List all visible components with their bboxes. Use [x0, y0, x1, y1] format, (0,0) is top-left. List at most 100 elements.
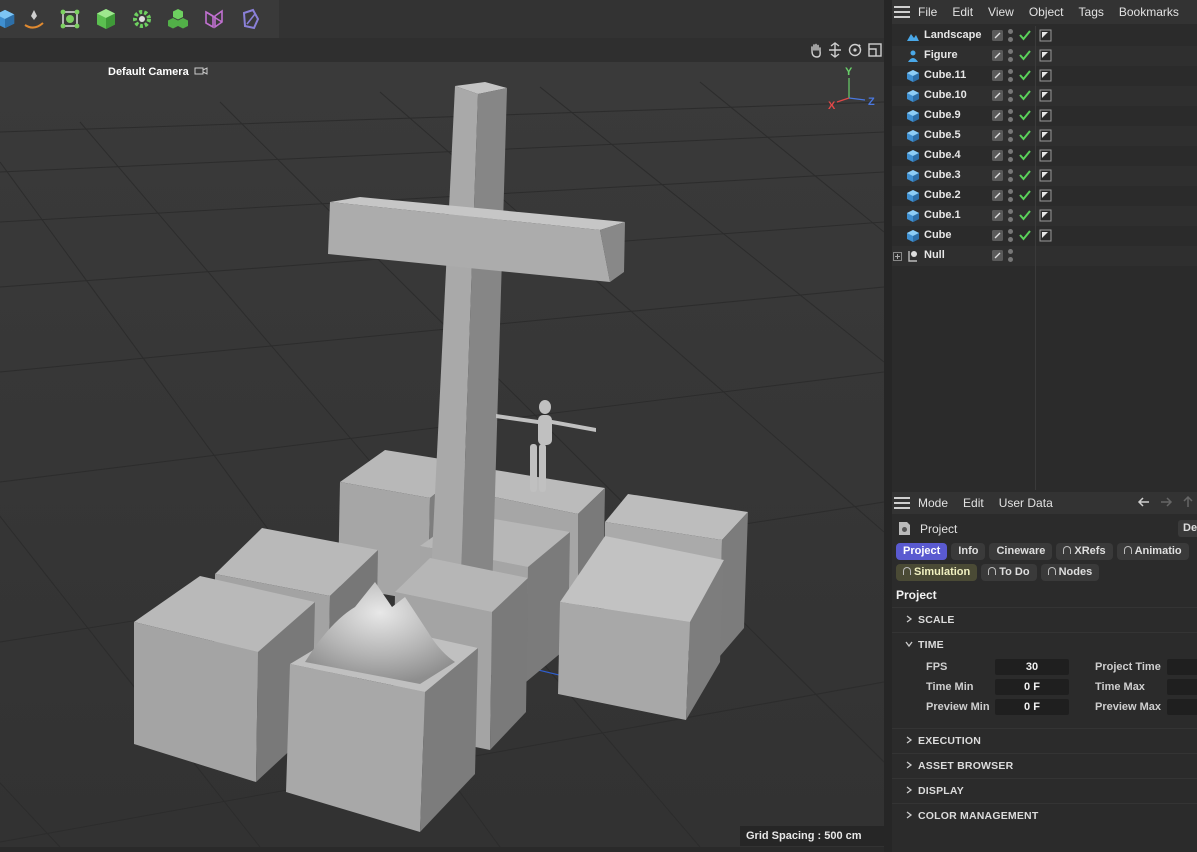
menu-mode[interactable]: Mode [918, 496, 948, 510]
deformer-button[interactable] [196, 1, 232, 37]
visibility-dots-icon[interactable] [1008, 209, 1014, 223]
object-row[interactable]: Null [892, 246, 1197, 266]
back-arrow-icon[interactable] [1137, 495, 1151, 509]
object-row[interactable]: Landscape [892, 26, 1197, 46]
tab-info[interactable]: Info [951, 543, 986, 560]
maximize-view-icon[interactable] [867, 42, 883, 58]
enabled-check-icon[interactable] [1018, 148, 1032, 162]
object-row[interactable]: Cube.10 [892, 86, 1197, 106]
timeline-ruler[interactable] [0, 847, 886, 852]
visibility-dots-icon[interactable] [1008, 229, 1014, 243]
visibility-dots-icon[interactable] [1008, 49, 1014, 63]
visibility-dots-icon[interactable] [1008, 169, 1014, 183]
cube-tool-button[interactable] [0, 1, 16, 37]
group-asset-browser[interactable]: ASSET BROWSER [892, 753, 1197, 777]
3d-viewport[interactable]: Default Camera Y X Z Grid Spacing : 500 … [0, 62, 884, 847]
object-name[interactable]: Cube.1 [924, 209, 961, 221]
object-row[interactable]: Cube.2 [892, 186, 1197, 206]
visibility-dots-icon[interactable] [1008, 89, 1014, 103]
hamburger-menu-icon[interactable] [894, 6, 910, 18]
layer-toggle-icon[interactable] [991, 129, 1004, 142]
panel-divider[interactable] [884, 0, 892, 852]
hamburger-menu-icon[interactable] [894, 497, 910, 509]
preview-min-field[interactable]: 0 F [995, 699, 1069, 715]
group-display[interactable]: DISPLAY [892, 778, 1197, 802]
object-name[interactable]: Cube.3 [924, 169, 961, 181]
layer-toggle-icon[interactable] [991, 229, 1004, 242]
camera-label[interactable]: Default Camera [108, 66, 189, 78]
layer-toggle-icon[interactable] [991, 29, 1004, 42]
enabled-check-icon[interactable] [1018, 188, 1032, 202]
layer-toggle-icon[interactable] [991, 69, 1004, 82]
cloner-button[interactable] [124, 1, 160, 37]
object-name[interactable]: Cube.10 [924, 89, 967, 101]
phong-tag-icon[interactable] [1039, 169, 1052, 182]
phong-tag-icon[interactable] [1039, 49, 1052, 62]
object-row[interactable]: Figure [892, 46, 1197, 66]
layer-toggle-icon[interactable] [991, 189, 1004, 202]
visibility-dots-icon[interactable] [1008, 109, 1014, 123]
visibility-dots-icon[interactable] [1008, 249, 1014, 263]
tab-simulation[interactable]: Simulation [896, 564, 978, 581]
subdivision-button[interactable] [52, 1, 88, 37]
preview-max-field[interactable]: 9 [1167, 699, 1197, 715]
menu-view[interactable]: View [988, 5, 1014, 19]
project-time-field[interactable]: 0 [1167, 659, 1197, 675]
enabled-check-icon[interactable] [1018, 128, 1032, 142]
layer-toggle-icon[interactable] [991, 49, 1004, 62]
pen-tool-button[interactable] [16, 1, 52, 37]
time-min-field[interactable]: 0 F [995, 679, 1069, 695]
object-name[interactable]: Cube.2 [924, 189, 961, 201]
field-button[interactable] [232, 1, 268, 37]
object-name[interactable]: Figure [924, 49, 958, 61]
pan-hand-icon[interactable] [808, 42, 824, 58]
fps-field[interactable]: 30 [995, 659, 1069, 675]
phong-tag-icon[interactable] [1039, 109, 1052, 122]
time-max-field[interactable]: 9 [1167, 679, 1197, 695]
tab-project[interactable]: Project [896, 543, 948, 560]
phong-tag-icon[interactable] [1039, 229, 1052, 242]
layer-toggle-icon[interactable] [991, 109, 1004, 122]
visibility-dots-icon[interactable] [1008, 29, 1014, 43]
visibility-dots-icon[interactable] [1008, 189, 1014, 203]
visibility-dots-icon[interactable] [1008, 149, 1014, 163]
phong-tag-icon[interactable] [1039, 209, 1052, 222]
group-execution[interactable]: EXECUTION [892, 728, 1197, 752]
object-name[interactable]: Cube [924, 229, 952, 241]
preset-dropdown[interactable]: De [1178, 520, 1197, 537]
up-arrow-icon[interactable] [1181, 495, 1195, 509]
object-row[interactable]: Cube.5 [892, 126, 1197, 146]
layer-toggle-icon[interactable] [991, 209, 1004, 222]
tab-xrefs[interactable]: XRefs [1056, 543, 1113, 560]
menu-user-data[interactable]: User Data [999, 496, 1053, 510]
object-name[interactable]: Cube.11 [924, 69, 966, 81]
camera-icon[interactable] [194, 65, 208, 77]
tab-nodes[interactable]: Nodes [1040, 564, 1100, 581]
layer-toggle-icon[interactable] [991, 149, 1004, 162]
menu-edit[interactable]: Edit [952, 5, 973, 19]
layer-toggle-icon[interactable] [991, 89, 1004, 102]
enabled-check-icon[interactable] [1018, 168, 1032, 182]
enabled-check-icon[interactable] [1018, 108, 1032, 122]
object-row[interactable]: Cube.4 [892, 146, 1197, 166]
enabled-check-icon[interactable] [1018, 208, 1032, 222]
expand-toggle-icon[interactable] [893, 252, 902, 261]
scene-render[interactable] [0, 62, 884, 847]
layer-toggle-icon[interactable] [991, 169, 1004, 182]
object-row[interactable]: Cube.3 [892, 166, 1197, 186]
object-name[interactable]: Landscape [924, 29, 981, 41]
object-row[interactable]: Cube [892, 226, 1197, 246]
object-row[interactable]: Cube.1 [892, 206, 1197, 226]
object-name[interactable]: Cube.5 [924, 129, 961, 141]
group-color-management[interactable]: COLOR MANAGEMENT [892, 803, 1197, 827]
tab-animation[interactable]: Animatio [1116, 543, 1189, 560]
extrude-button[interactable] [88, 1, 124, 37]
phong-tag-icon[interactable] [1039, 129, 1052, 142]
object-name[interactable]: Cube.4 [924, 149, 961, 161]
object-row[interactable]: Cube.9 [892, 106, 1197, 126]
phong-tag-icon[interactable] [1039, 29, 1052, 42]
move-camera-icon[interactable] [827, 42, 843, 58]
enabled-check-icon[interactable] [1018, 48, 1032, 62]
visibility-dots-icon[interactable] [1008, 69, 1014, 83]
enabled-check-icon[interactable] [1018, 88, 1032, 102]
